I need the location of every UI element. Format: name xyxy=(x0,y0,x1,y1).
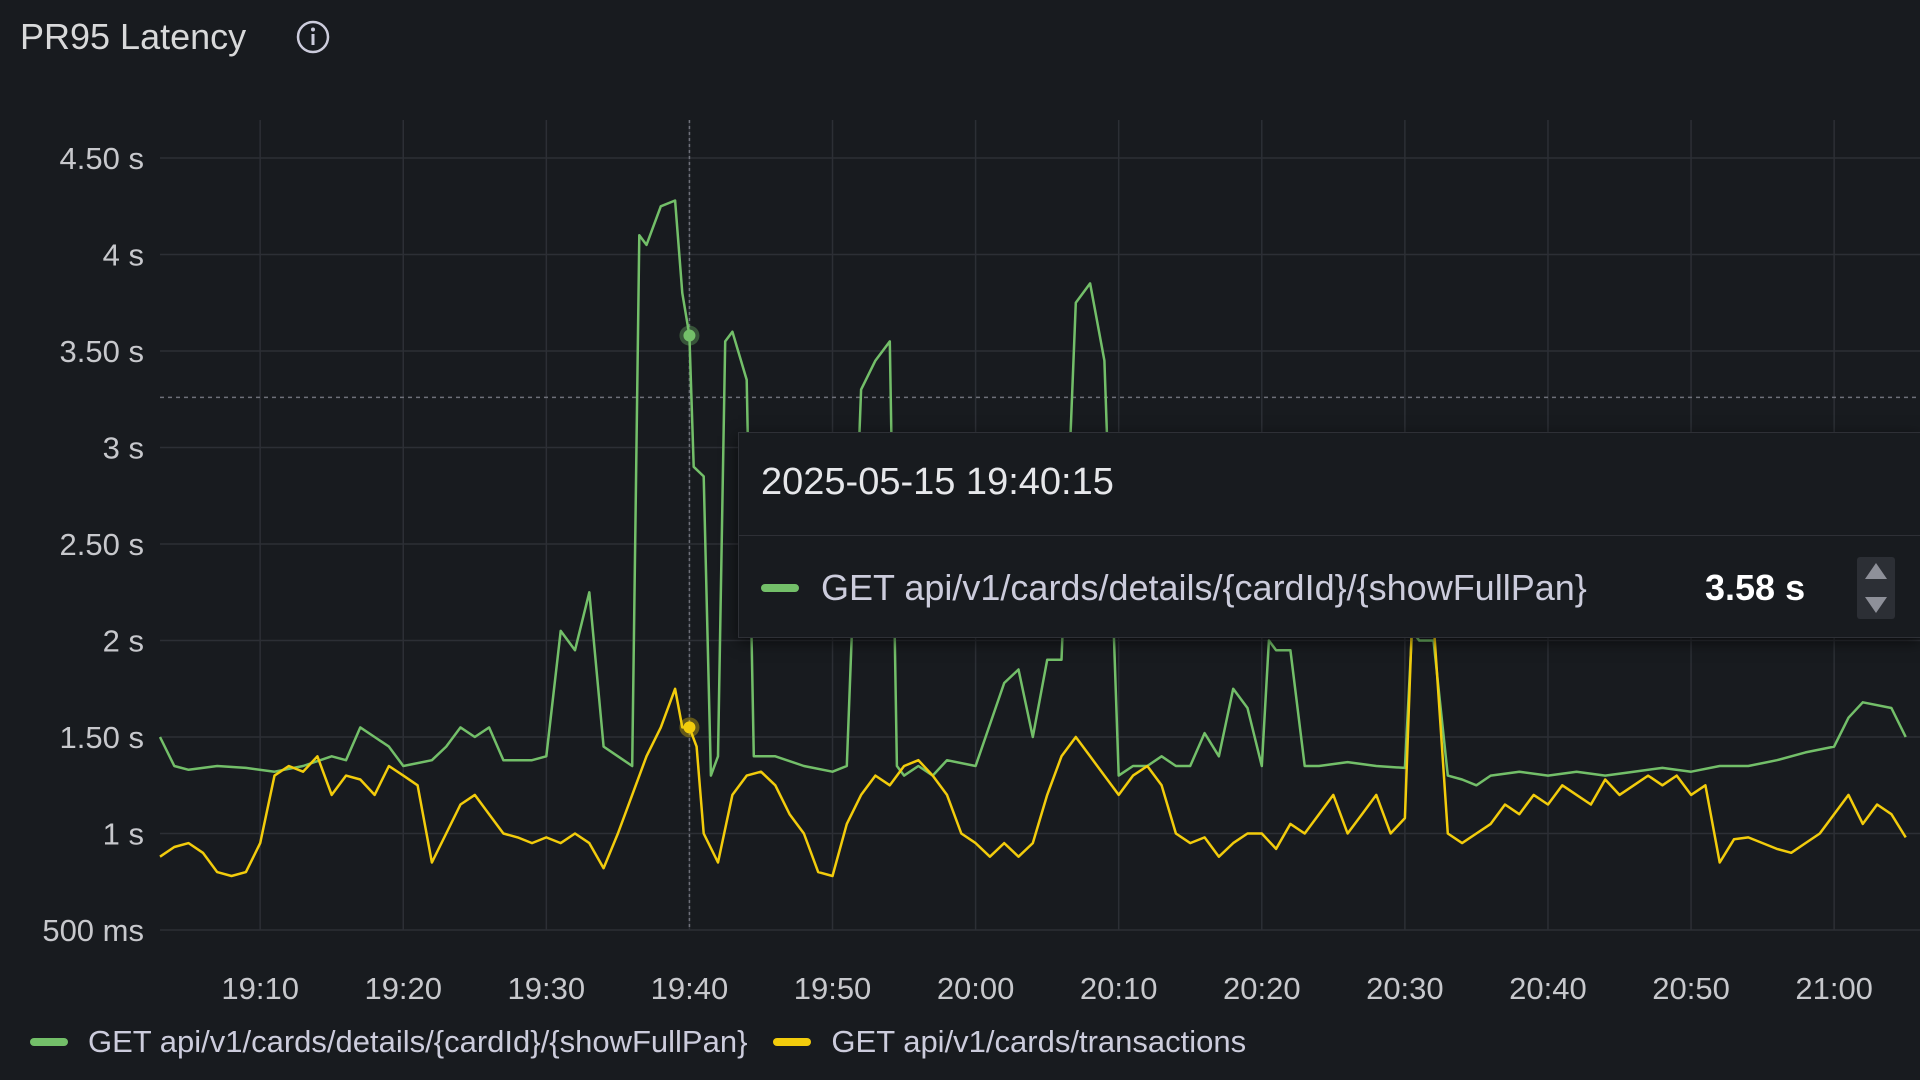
x-tick-label: 19:40 xyxy=(651,971,729,1006)
tooltip-series-name: GET api/v1/cards/details/{cardId}/{showF… xyxy=(821,567,1587,608)
legend-swatch-green xyxy=(30,1038,68,1046)
legend-label: GET api/v1/cards/transactions xyxy=(831,1024,1247,1059)
legend-item-transactions[interactable]: GET api/v1/cards/transactions xyxy=(773,1024,1246,1060)
x-tick-label: 19:30 xyxy=(508,971,586,1006)
y-tick-label: 4.50 s xyxy=(60,141,144,176)
legend-label: GET api/v1/cards/details/{cardId}/{showF… xyxy=(88,1024,748,1059)
x-tick-label: 20:00 xyxy=(937,971,1015,1006)
latency-panel: PR95 Latency 4.50 s4 s 3.50 s3 s 2.50 s2 s… xyxy=(0,0,1920,1080)
scroll-down-icon xyxy=(1865,597,1887,613)
tooltip-value: 3.58 s xyxy=(1705,567,1806,608)
x-tick-label: 20:20 xyxy=(1223,971,1301,1006)
x-tick-label: 20:10 xyxy=(1080,971,1158,1006)
hover-point-0 xyxy=(683,329,696,342)
series-line-1 xyxy=(159,619,1907,878)
hover-point-1 xyxy=(683,721,696,734)
tooltip-time: 2025-05-15 19:40:15 xyxy=(761,461,1114,503)
x-axis: 19:10 19:20 19:30 19:40 19:50 20:00 20:10 20:20… xyxy=(221,971,1873,1006)
x-tick-label: 19:50 xyxy=(794,971,872,1006)
y-tick-label: 2.50 s xyxy=(60,527,144,562)
y-tick-label: 1 s xyxy=(103,817,144,852)
y-tick-label: 2 s xyxy=(103,624,144,659)
tooltip-series-swatch xyxy=(761,584,799,592)
y-tick-label: 500 ms xyxy=(42,913,144,948)
y-tick-label: 1.50 s xyxy=(60,720,144,755)
x-tick-label: 20:50 xyxy=(1652,971,1730,1006)
legend: GET api/v1/cards/details/{cardId}/{showF… xyxy=(30,1024,1272,1060)
legend-item-card-details[interactable]: GET api/v1/cards/details/{cardId}/{showF… xyxy=(30,1024,747,1060)
x-tick-label: 20:30 xyxy=(1366,971,1444,1006)
x-tick-label: 21:00 xyxy=(1795,971,1873,1006)
y-tick-label: 3.50 s xyxy=(60,334,144,369)
tooltip-series-row: GET api/v1/cards/details/{cardId}/{showF… xyxy=(761,567,1587,609)
x-tick-label: 19:10 xyxy=(221,971,299,1006)
scroll-up-icon xyxy=(1865,563,1887,579)
legend-swatch-yellow xyxy=(773,1038,812,1046)
y-tick-label: 4 s xyxy=(103,238,144,273)
hover-tooltip: 2025-05-15 19:40:15 GET api/v1/cards/det… xyxy=(738,432,1920,638)
x-tick-label: 20:40 xyxy=(1509,971,1587,1006)
x-tick-label: 19:20 xyxy=(364,971,442,1006)
tooltip-divider xyxy=(739,535,1920,536)
tooltip-scroll-arrows[interactable] xyxy=(1857,557,1895,619)
y-axis: 4.50 s 4 s 3.50 s 3 s 2.50 s 2 s 1.50 s 1 s 500 … xyxy=(42,141,144,948)
y-tick-label: 3 s xyxy=(103,431,144,466)
